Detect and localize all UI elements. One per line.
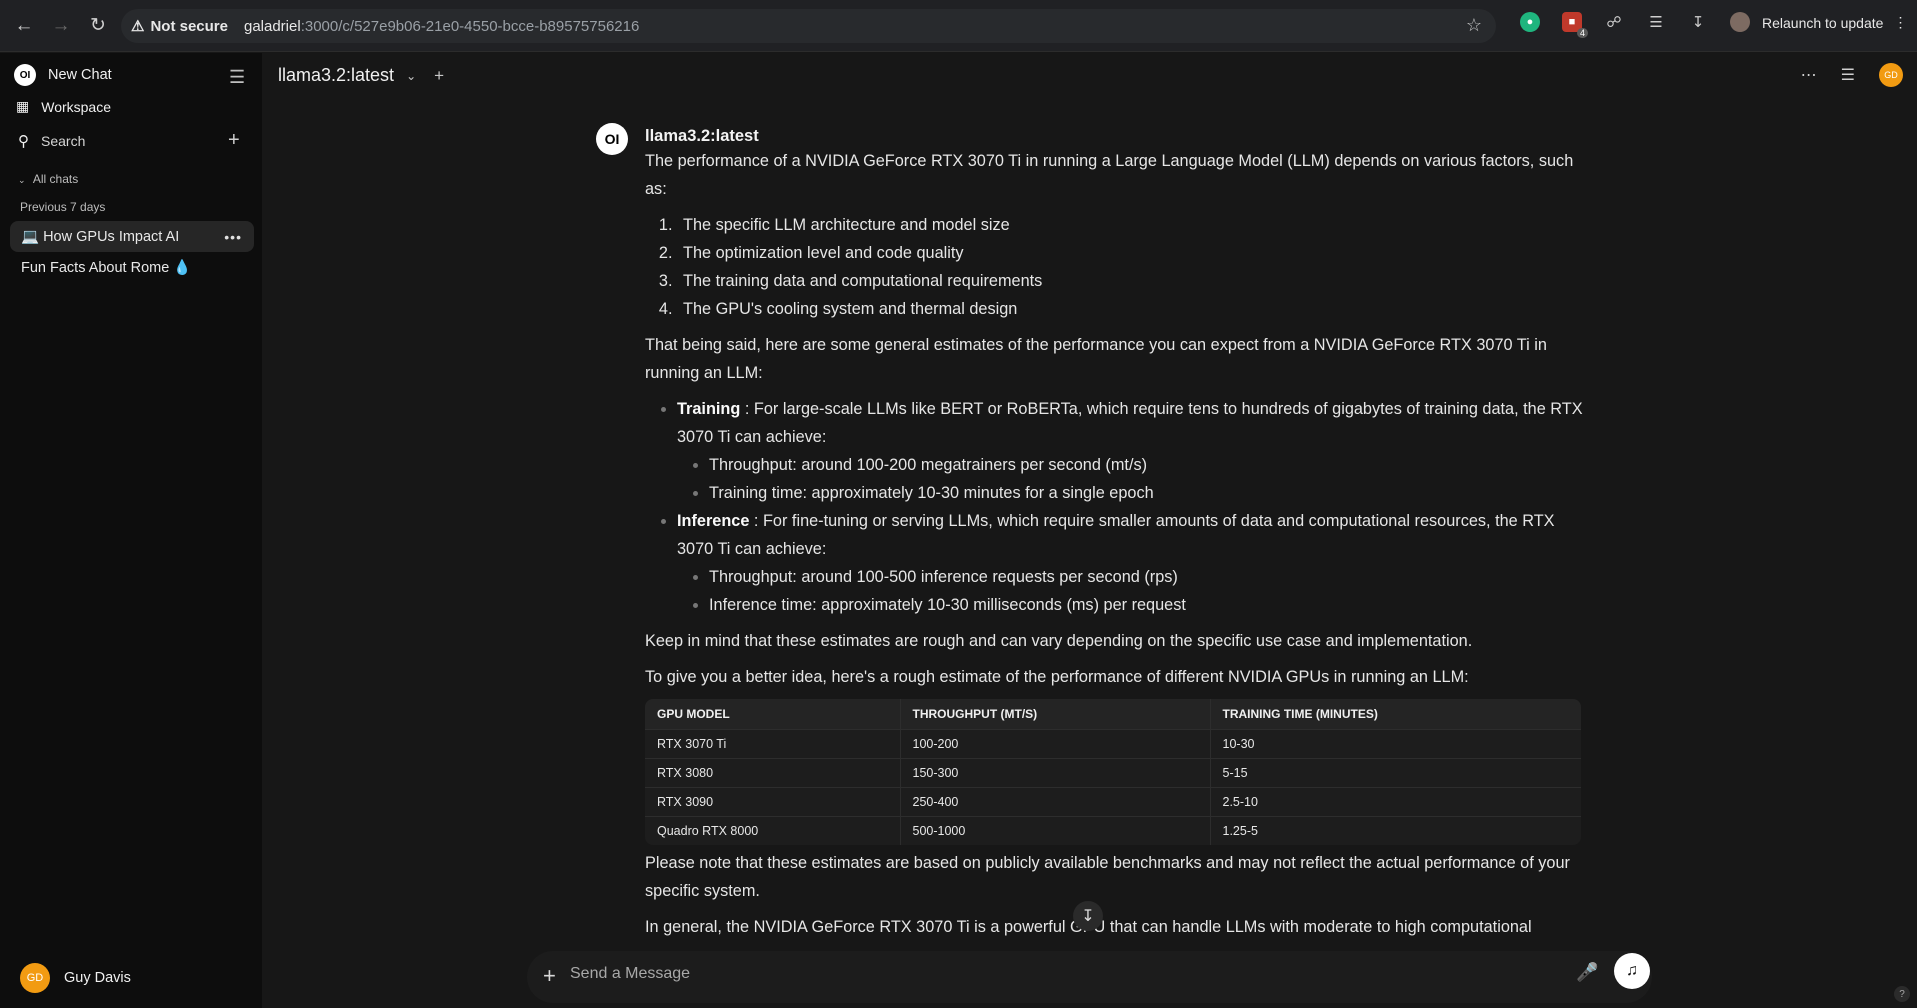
table-row: RTX 3080 150-300 5-15: [645, 757, 1581, 787]
address-bar[interactable]: ⚠ Not secure galadriel:3000/c/527e9b06-2…: [121, 9, 1496, 43]
table-header: GPU MODEL: [645, 699, 900, 729]
extensions-area: ● ■ 4 ☍ ☰ ↧: [1520, 12, 1750, 38]
extension-red-icon[interactable]: ■ 4: [1562, 12, 1588, 38]
table-cell: 250-400: [899, 786, 1210, 816]
scroll-to-bottom-icon[interactable]: ↧: [1073, 901, 1103, 931]
chat-main: llama3.2:latest ⌄ + ⋯ ☰ GD OI llama3.2:l…: [262, 53, 1917, 1008]
openwebui-logo: OI: [14, 64, 36, 86]
table-cell: 1.25-5: [1209, 815, 1581, 845]
more-vertical-icon[interactable]: ⋮: [1893, 14, 1907, 31]
help-icon[interactable]: ?: [1894, 986, 1910, 1002]
url-path: :3000/c/527e9b06-21e0-4550-bcce-b8957575…: [300, 17, 640, 35]
message-composer: +: [527, 951, 1652, 1003]
group-label: Previous 7 days: [20, 200, 106, 214]
message-paragraph: In general, the NVIDIA GeForce RTX 3070 …: [645, 918, 1532, 936]
sidebar: OI New Chat ☰ ▦ Workspace ⚲ Search + ⌄ A…: [0, 53, 262, 1008]
search-icon: ⚲: [18, 133, 29, 150]
chat-item[interactable]: 💻 How GPUs Impact AI •••: [10, 221, 254, 252]
list-item: The specific LLM architecture and model …: [677, 211, 1585, 239]
profile-avatar[interactable]: [1730, 12, 1750, 32]
all-chats-toggle[interactable]: ⌄ All chats: [18, 172, 78, 186]
sub-list: Throughput: around 100-500 inference req…: [709, 563, 1585, 619]
warning-icon: ⚠: [131, 18, 145, 35]
reload-icon[interactable]: ↻: [80, 8, 116, 44]
attach-plus-icon[interactable]: +: [543, 963, 556, 989]
bookmark-star-icon[interactable]: ☆: [1466, 15, 1482, 36]
sub-list: Throughput: around 100-200 megatrainers …: [709, 451, 1585, 507]
puzzle-extensions-icon[interactable]: ☍: [1604, 12, 1624, 32]
not-secure-badge[interactable]: ⚠ Not secure: [131, 17, 244, 36]
extension-green-icon[interactable]: ●: [1520, 12, 1540, 32]
chevron-down-icon: ⌄: [406, 68, 417, 83]
url-host: galadriel: [243, 17, 301, 35]
message-paragraph: Keep in mind that these estimates are ro…: [645, 632, 1473, 650]
sidebar-toggle-icon[interactable]: ☰: [229, 67, 245, 88]
microphone-icon[interactable]: 🎤: [1576, 962, 1598, 983]
chevron-down-icon: ⌄: [18, 175, 26, 185]
assistant-message: llama3.2:latest The performance of a NVI…: [645, 125, 1585, 949]
table-cell: 500-1000: [899, 815, 1210, 845]
list-item: Training : For large-scale LLMs like BER…: [677, 395, 1585, 507]
message-paragraph: The performance of a NVIDIA GeForce RTX …: [645, 152, 1574, 198]
message-paragraph: To give you a better idea, here's a roug…: [645, 668, 1469, 686]
table-cell: RTX 3080: [645, 757, 900, 787]
back-icon[interactable]: ←: [6, 8, 42, 44]
table-row: RTX 3090 250-400 2.5-10: [645, 786, 1581, 816]
table-cell: 10-30: [1209, 728, 1581, 758]
extension-badge-count: 4: [1576, 28, 1588, 38]
browser-toolbar: ← → ↻ ⚠ Not secure galadriel:3000/c/527e…: [0, 0, 1917, 52]
new-chat-button[interactable]: OI New Chat: [14, 64, 112, 86]
table-cell: 150-300: [899, 757, 1210, 787]
list-item: The GPU's cooling system and thermal des…: [677, 295, 1585, 323]
download-icon[interactable]: ↧: [1688, 12, 1708, 32]
model-avatar: OI: [596, 123, 628, 155]
controls-icon[interactable]: ☰: [1841, 65, 1855, 85]
gpu-table: GPU MODEL THROUGHPUT (MT/S) TRAINING TIM…: [645, 699, 1581, 845]
table-header-row: GPU MODEL THROUGHPUT (MT/S) TRAINING TIM…: [645, 699, 1581, 729]
add-model-icon[interactable]: +: [434, 66, 444, 86]
list-item: Inference time: approximately 10-30 mill…: [709, 591, 1585, 619]
user-menu[interactable]: GD Guy Davis: [20, 963, 131, 993]
model-selector[interactable]: llama3.2:latest ⌄ +: [278, 65, 444, 86]
list-item: Throughput: around 100-200 megatrainers …: [709, 451, 1585, 479]
factor-list: The specific LLM architecture and model …: [677, 211, 1585, 323]
list-item: The training data and computational requ…: [677, 267, 1585, 295]
media-controls-icon[interactable]: ☰: [1646, 12, 1666, 32]
header-actions: ⋯ ☰ GD: [1801, 63, 1903, 87]
table-header: THROUGHPUT (MT/S): [899, 699, 1210, 729]
table-header: TRAINING TIME (MINUTES): [1209, 699, 1581, 729]
workspace-link[interactable]: ▦ Workspace: [16, 98, 111, 115]
chat-item[interactable]: Fun Facts About Rome 💧: [10, 252, 254, 283]
table-row: Quadro RTX 8000 500-1000 1.25-5: [645, 815, 1581, 845]
relaunch-button[interactable]: Relaunch to update ⋮: [1762, 14, 1907, 31]
message-paragraph: That being said, here are some general e…: [645, 336, 1547, 382]
table-cell: 2.5-10: [1209, 786, 1581, 816]
table-cell: 5-15: [1209, 757, 1581, 787]
workspace-icon: ▦: [16, 98, 30, 114]
table-cell: Quadro RTX 8000: [645, 815, 900, 845]
table-cell: RTX 3090: [645, 786, 900, 816]
search-button[interactable]: ⚲ Search: [18, 132, 85, 150]
chat-options-icon[interactable]: •••: [224, 229, 242, 245]
estimate-list: Training : For large-scale LLMs like BER…: [677, 395, 1585, 619]
list-item: Throughput: around 100-500 inference req…: [709, 563, 1585, 591]
avatar[interactable]: GD: [1879, 63, 1903, 87]
avatar: GD: [20, 963, 50, 993]
table-row: RTX 3070 Ti 100-200 10-30: [645, 728, 1581, 758]
voice-mode-icon[interactable]: ♫: [1614, 953, 1650, 989]
forward-icon[interactable]: →: [43, 8, 79, 44]
more-options-icon[interactable]: ⋯: [1801, 65, 1817, 85]
table-cell: 100-200: [899, 728, 1210, 758]
message-paragraph: Please note that these estimates are bas…: [645, 854, 1570, 900]
add-icon[interactable]: +: [228, 129, 240, 152]
list-item: The optimization level and code quality: [677, 239, 1585, 267]
list-item: Inference : For fine-tuning or serving L…: [677, 507, 1585, 619]
list-item: Training time: approximately 10-30 minut…: [709, 479, 1585, 507]
message-sender: llama3.2:latest: [645, 127, 759, 145]
message-input[interactable]: [570, 965, 1530, 983]
table-cell: RTX 3070 Ti: [645, 728, 900, 758]
